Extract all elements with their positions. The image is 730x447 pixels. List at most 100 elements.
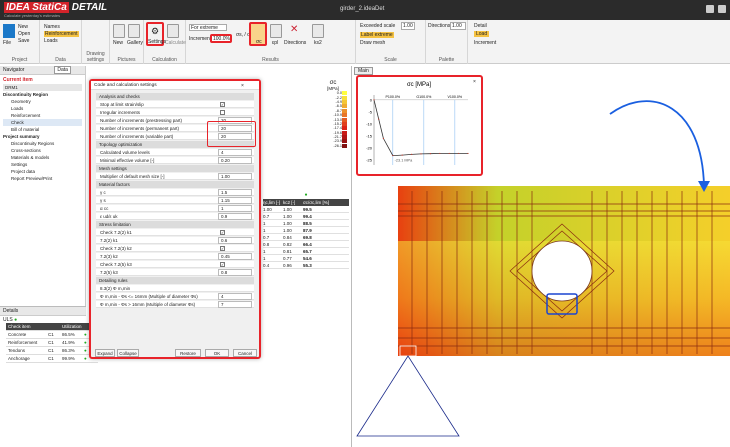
table-row[interactable]: 0.8 0.82 66.4 — [263, 241, 349, 248]
collapse-button[interactable]: Collapse — [117, 349, 139, 357]
property-checkbox[interactable]: ✓ — [220, 246, 225, 251]
section-header[interactable]: Analysis and checks — [96, 93, 254, 100]
nav-item-settings[interactable]: Settings — [3, 161, 82, 168]
nav-item-reinforcement[interactable]: Reinforcement — [3, 112, 82, 119]
gallery-icon[interactable] — [128, 24, 140, 38]
table-row[interactable]: 1 0.77 54.6 — [263, 255, 349, 262]
group-label: Results — [262, 57, 279, 63]
property-value-input[interactable]: 1 — [218, 205, 252, 212]
table-row[interactable]: Anchorage C1 99.9% ● — [6, 355, 98, 363]
legend-value: -19.6 — [333, 130, 342, 135]
property-value-input[interactable]: 0.9 — [218, 213, 252, 220]
draw-mesh-button[interactable]: Draw mesh — [360, 40, 385, 46]
settings-button[interactable]: ⚙ Settings — [146, 22, 166, 46]
directions-button[interactable]: Directions — [284, 40, 306, 46]
sigma-c-button[interactable]: σc — [249, 22, 267, 46]
calculate-icon[interactable] — [167, 24, 179, 38]
table-row[interactable]: 0.7 0.84 69.8 — [263, 234, 349, 241]
table-row[interactable]: Tendons C1 86.3% ● — [6, 347, 98, 355]
new-picture-button[interactable]: New — [113, 40, 123, 46]
strain-icon[interactable] — [270, 24, 282, 38]
nav-item-loads[interactable]: Loads — [3, 105, 82, 112]
check-ok-icon: ● — [304, 192, 308, 198]
tab-data[interactable]: Data — [54, 66, 71, 74]
gallery-button[interactable]: Gallery — [127, 40, 143, 46]
property-checkbox[interactable]: ✓ — [220, 230, 225, 235]
restore-button[interactable]: Restore — [175, 349, 201, 357]
table-row[interactable]: Reinforcement C1 41.9% ● — [6, 339, 98, 347]
close-icon[interactable] — [718, 5, 726, 13]
nav-item-discontinuity-region[interactable]: Discontinuity Region — [3, 91, 82, 98]
increment-button[interactable]: Increment — [474, 40, 496, 46]
nav-item-materials[interactable]: Materials & models — [3, 154, 82, 161]
ks2-icon[interactable] — [312, 24, 324, 38]
table-row[interactable]: 0.7 1.00 99.4 — [263, 213, 349, 220]
property-checkbox[interactable]: ✓ — [220, 262, 225, 267]
cancel-button[interactable]: Cancel — [233, 349, 257, 357]
window-title: girder_2.ideaDet — [340, 6, 385, 12]
save-button[interactable]: Save — [18, 38, 29, 44]
section-header[interactable]: Stress limitation — [96, 221, 254, 228]
property-value-input[interactable]: 4 — [218, 149, 252, 156]
nav-item-bill-of-material[interactable]: Bill of material — [3, 126, 82, 133]
open-button[interactable]: Open — [18, 31, 30, 37]
property-checkbox[interactable] — [220, 110, 225, 115]
nav-item-discontinuity-regions[interactable]: Discontinuity Regions — [3, 140, 82, 147]
nav-item-cross-sections[interactable]: Cross-sections — [3, 147, 82, 154]
table-cell: 87.9 — [303, 227, 312, 233]
section-header[interactable]: Mesh settings — [96, 165, 254, 172]
load-button[interactable]: Load — [474, 31, 490, 37]
property-checkbox[interactable]: ✓ — [220, 102, 225, 107]
increment-value-input[interactable]: 100.0% — [210, 34, 232, 43]
ks2-button[interactable]: ks2 — [314, 40, 322, 46]
nav-item-project-summary[interactable]: Project summary — [3, 133, 82, 140]
names-button[interactable]: Names — [44, 24, 60, 30]
label-extreme-button[interactable]: Label extreme — [360, 32, 394, 38]
loads-button[interactable]: Loads — [44, 38, 58, 44]
section-header[interactable]: Material factors — [96, 181, 254, 188]
property-value-input[interactable]: 0.20 — [218, 157, 252, 164]
minimize-icon[interactable] — [706, 5, 714, 13]
calculate-button[interactable]: Calculate — [165, 40, 186, 46]
directions-scale-input[interactable]: 1.00 — [450, 22, 466, 30]
property-value-input[interactable]: 1.5 — [218, 189, 252, 196]
file-icon[interactable] — [3, 24, 15, 38]
exceeded-scale-input[interactable]: 1.00 — [401, 22, 415, 30]
table-row[interactable]: 1.00 1.00 99.5 — [263, 206, 349, 213]
property-row: Multiplier of default mesh size [-] 1.00 — [96, 173, 254, 180]
legend-value: -23.9 — [333, 139, 342, 144]
table-cell: 1 — [263, 248, 266, 254]
property-value-input[interactable]: 1.00 — [218, 173, 252, 180]
reinforcement-button[interactable]: Reinforcement — [44, 31, 79, 37]
current-item-select[interactable]: DRM1 — [3, 84, 82, 91]
property-value-input[interactable]: 7 — [218, 301, 252, 308]
legend-value: -21.7 — [333, 135, 342, 140]
strain-button[interactable]: εpl — [272, 40, 278, 46]
property-value-input[interactable]: 0.8 — [218, 269, 252, 276]
data-point — [429, 153, 431, 155]
property-value-input[interactable]: 0.6 — [218, 237, 252, 244]
nav-item-geometry[interactable]: Geometry — [3, 98, 82, 105]
section-header[interactable]: Detailing rules — [96, 277, 254, 284]
new-button[interactable]: New — [18, 24, 28, 30]
file-button[interactable]: File — [3, 40, 11, 46]
table-row[interactable]: 1 1.00 87.9 — [263, 227, 349, 234]
new-picture-icon[interactable] — [113, 24, 125, 38]
close-icon[interactable]: × — [241, 83, 244, 89]
ribbon-group-results: For extreme Increment 100.0% σs, / σc,li… — [186, 20, 356, 64]
nav-item-project-data[interactable]: Project data — [3, 168, 82, 175]
table-row[interactable]: Concrete C1 86.5% ● — [6, 331, 98, 339]
property-value-input[interactable]: 0.45 — [218, 253, 252, 260]
extreme-select[interactable]: For extreme — [189, 24, 227, 31]
property-label: Check 7.2(5) k3 — [100, 262, 132, 267]
nav-item-check[interactable]: Check — [3, 119, 82, 126]
ok-button[interactable]: OK — [205, 349, 229, 357]
table-row[interactable]: 1 0.81 65.7 — [263, 248, 349, 255]
expand-button[interactable]: Expand — [95, 349, 115, 357]
table-row[interactable]: 0.4 0.96 55.3 — [263, 262, 349, 269]
property-value-input[interactable]: 1.15 — [218, 197, 252, 204]
table-row[interactable]: 1 1.00 88.5 — [263, 220, 349, 227]
data-point — [378, 118, 380, 120]
property-value-input[interactable]: 4 — [218, 293, 252, 300]
nav-item-report[interactable]: Report Preview/Print — [3, 175, 82, 182]
